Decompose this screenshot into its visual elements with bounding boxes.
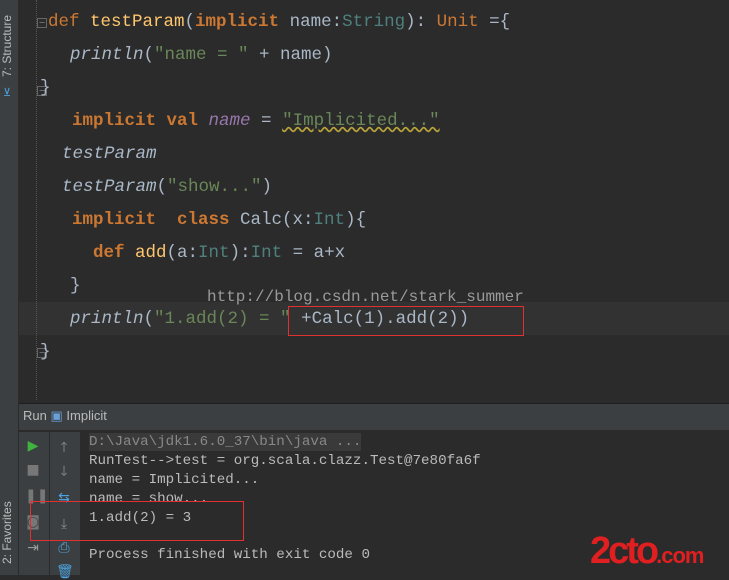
code-token: }: [40, 78, 51, 98]
down-arrow-icon[interactable]: ↓: [56, 464, 72, 480]
code-token: =: [250, 111, 283, 131]
code-line[interactable]: implicit val name = "Implicited...": [72, 111, 440, 131]
code-token: ):: [229, 243, 251, 263]
code-line[interactable]: }: [70, 276, 81, 296]
structure-tab[interactable]: 7: Structure: [0, 6, 18, 86]
code-token: implicit val: [72, 111, 209, 131]
highlight-box-code: [288, 306, 524, 336]
code-token: (: [143, 45, 155, 65]
run-panel-header: Run ▣ Implicit: [19, 404, 729, 431]
console-line: RunTest-->test = org.scala.clazz.Test@7e…: [89, 453, 481, 469]
trash-icon[interactable]: 🗑: [56, 564, 74, 580]
site-logo: 2cto.com: [590, 530, 705, 572]
structure-icon: ⊻: [3, 88, 12, 100]
code-token: = a+x: [282, 243, 346, 263]
code-token: ):: [405, 12, 437, 32]
code-token: (: [143, 309, 155, 329]
code-line[interactable]: testParam("show..."): [62, 177, 272, 197]
code-token: "name = ": [154, 45, 249, 65]
exit-icon[interactable]: ⇥: [25, 540, 41, 556]
left-tool-strip: 7: Structure ⊻ 2: Favorites: [0, 0, 19, 575]
code-token: def: [48, 12, 91, 32]
code-line[interactable]: testParam: [62, 144, 157, 164]
code-token: implicit: [195, 12, 290, 32]
run-config-tab[interactable]: Implicit: [66, 408, 106, 423]
highlight-box-console: [30, 501, 244, 541]
code-token: implicit class: [72, 210, 241, 230]
fold-icon[interactable]: −: [37, 18, 47, 28]
code-token: testParam: [90, 12, 185, 32]
code-token: ): [261, 177, 273, 197]
code-line[interactable]: implicit class Calc(x:Int){: [72, 210, 366, 230]
code-token: }: [40, 342, 51, 362]
code-line[interactable]: }: [40, 78, 51, 98]
rerun-icon[interactable]: ▶: [25, 438, 41, 454]
code-token: "Implicited...": [282, 111, 440, 131]
code-token: add: [135, 243, 167, 263]
code-token: def: [93, 243, 136, 263]
code-token: println: [70, 309, 144, 329]
code-line[interactable]: def testParam(implicit name:String): Uni…: [48, 12, 510, 32]
watermark: http://blog.csdn.net/stark_summer: [207, 288, 524, 306]
code-token: String: [342, 12, 406, 32]
code-token: Calc(x:: [240, 210, 314, 230]
favorites-tab[interactable]: 2: Favorites: [0, 495, 18, 570]
code-line[interactable]: def add(a:Int):Int = a+x: [93, 243, 345, 263]
code-token: "show...": [167, 177, 262, 197]
code-token: name: [208, 111, 251, 131]
code-token: "1.add(2) = ": [154, 309, 291, 329]
code-token: (a:: [166, 243, 199, 263]
console-line: Process finished with exit code 0: [89, 547, 370, 563]
code-token: Int: [198, 243, 230, 263]
console-line: D:\Java\jdk1.6.0_37\bin\java ...: [89, 433, 362, 451]
code-token: Unit: [436, 12, 490, 32]
stop-icon[interactable]: ■: [25, 462, 41, 478]
code-token: }: [70, 276, 81, 296]
console-line: name = Implicited...: [89, 472, 260, 488]
code-token: + name): [248, 45, 333, 65]
code-token: testParam: [62, 144, 157, 164]
config-icon: ▣: [50, 408, 63, 423]
run-title: Run: [23, 408, 47, 423]
code-token: println: [70, 45, 144, 65]
print-icon[interactable]: ⎙: [56, 540, 72, 556]
code-token: (: [184, 12, 196, 32]
indent-guide: [36, 0, 37, 400]
up-arrow-icon[interactable]: ↑: [56, 440, 72, 456]
code-token: name:: [289, 12, 343, 32]
code-token: (: [156, 177, 168, 197]
code-token: Int: [250, 243, 283, 263]
code-token: ){: [345, 210, 367, 230]
code-token: ={: [489, 12, 511, 32]
code-token: testParam: [62, 177, 157, 197]
code-line[interactable]: }: [40, 342, 51, 362]
code-token: Int: [313, 210, 346, 230]
code-line[interactable]: println("name = " + name): [70, 45, 333, 65]
